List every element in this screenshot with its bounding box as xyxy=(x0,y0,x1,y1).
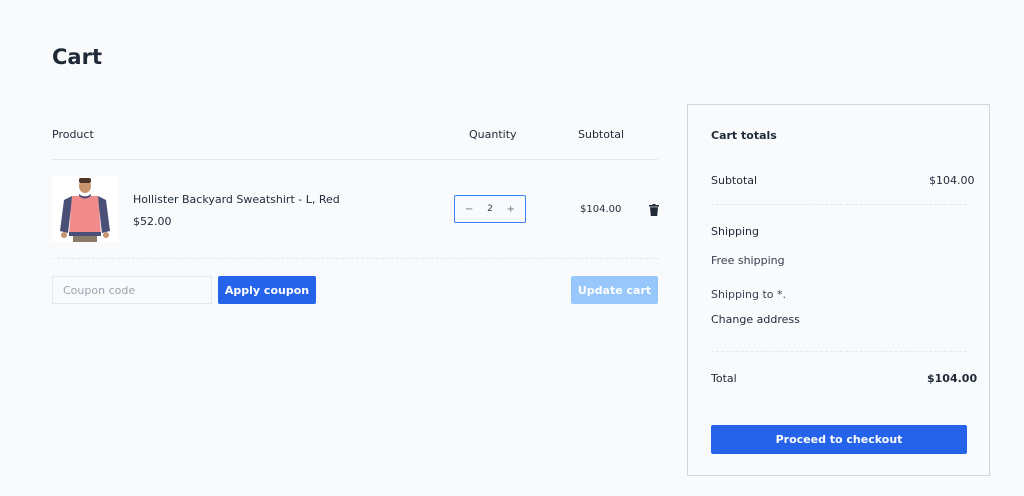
apply-coupon-button[interactable]: Apply coupon xyxy=(218,276,316,304)
proceed-to-checkout-button[interactable]: Proceed to checkout xyxy=(711,425,967,454)
totals-subtotal-label: Subtotal xyxy=(711,174,758,187)
coupon-code-input[interactable] xyxy=(52,276,212,304)
line-subtotal: $104.00 xyxy=(580,204,622,215)
decrease-quantity-button[interactable]: − xyxy=(465,204,473,215)
product-price: $52.00 xyxy=(133,215,172,228)
shipping-destination: Shipping to *. xyxy=(711,288,787,301)
quantity-stepper: − 2 + xyxy=(454,195,526,223)
cart-totals-title: Cart totals xyxy=(711,129,777,142)
total-value: $104.00 xyxy=(927,372,978,385)
product-thumbnail[interactable] xyxy=(52,176,118,242)
totals-divider xyxy=(711,351,967,352)
table-header-divider xyxy=(52,159,658,160)
quantity-value[interactable]: 2 xyxy=(487,204,493,214)
page-title: Cart xyxy=(52,45,102,69)
column-header-product: Product xyxy=(52,128,94,141)
column-header-quantity: Quantity xyxy=(469,128,517,141)
update-cart-button[interactable]: Update cart xyxy=(571,276,658,304)
sweatshirt-image xyxy=(52,176,118,242)
trash-icon[interactable] xyxy=(649,204,659,216)
total-label: Total xyxy=(711,372,737,385)
totals-subtotal-value: $104.00 xyxy=(929,174,975,187)
increase-quantity-button[interactable]: + xyxy=(507,204,515,215)
shipping-method: Free shipping xyxy=(711,254,785,267)
row-divider xyxy=(52,258,658,259)
change-address-link[interactable]: Change address xyxy=(711,313,800,326)
column-header-subtotal: Subtotal xyxy=(578,128,625,141)
totals-divider xyxy=(711,204,967,205)
shipping-label: Shipping xyxy=(711,225,759,238)
product-name-link[interactable]: Hollister Backyard Sweatshirt - L, Red xyxy=(133,193,340,206)
